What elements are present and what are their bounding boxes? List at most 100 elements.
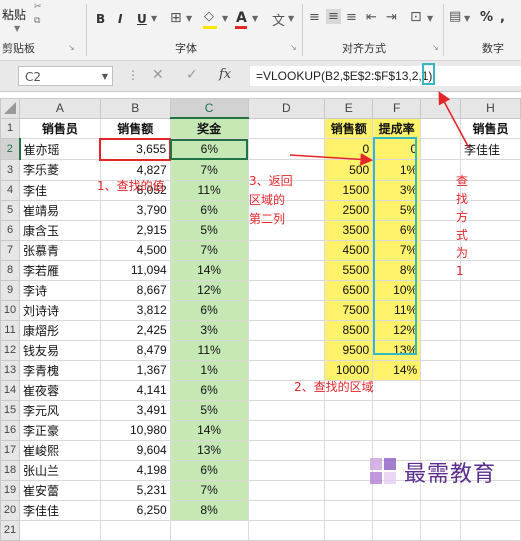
cell-threshold[interactable]: 5500 (324, 259, 374, 281)
column-header[interactable]: C (169, 98, 249, 119)
clipboard-launcher-icon[interactable]: ↘ (68, 43, 75, 52)
cell-empty[interactable] (247, 239, 326, 261)
cell-bonus[interactable]: 6% (169, 199, 249, 221)
cell-empty[interactable] (247, 499, 326, 521)
cell-threshold[interactable]: 2500 (324, 199, 374, 221)
cell-salesperson[interactable]: 李佳 (19, 179, 101, 201)
underline-button[interactable]: U (137, 12, 147, 26)
cell-sales[interactable]: 1,367 (99, 359, 171, 381)
cell-salesperson[interactable]: 李乐菱 (19, 159, 101, 181)
cell-threshold[interactable]: 9500 (324, 339, 374, 361)
cell-sales[interactable] (99, 519, 171, 541)
cell-lookup-name[interactable] (460, 379, 521, 401)
select-all-corner[interactable] (0, 98, 20, 119)
cell-empty[interactable] (247, 279, 326, 301)
cell-empty[interactable] (247, 399, 326, 421)
cell-rate[interactable] (372, 419, 422, 441)
cell-threshold[interactable]: 1500 (324, 179, 374, 201)
cell-salesperson[interactable]: 李诗 (19, 279, 101, 301)
cell-rate[interactable]: 6% (372, 219, 422, 241)
percent-button[interactable]: % (480, 10, 493, 25)
cell-empty[interactable] (420, 359, 462, 381)
cell-salesperson[interactable]: 崔亦瑶 (19, 138, 101, 160)
cell-salesperson[interactable]: 李若雁 (19, 259, 101, 281)
cell-sales[interactable]: 5,231 (99, 479, 171, 501)
borders-icon[interactable]: ⊞ (170, 10, 182, 26)
cell-rate[interactable]: 5% (372, 199, 422, 221)
cell-rate[interactable] (372, 499, 422, 521)
underline-dropdown-icon[interactable]: ▼ (151, 14, 157, 23)
cell-salesperson[interactable]: 崔夜蓉 (19, 379, 101, 401)
cell-rate[interactable]: 12% (372, 319, 422, 341)
cell-empty[interactable] (247, 259, 326, 281)
name-box[interactable]: C2 ▼ (18, 66, 113, 86)
cell-sales[interactable]: 2,425 (99, 319, 171, 341)
cell-bonus[interactable]: 8% (169, 499, 249, 521)
row-header[interactable]: 15 (0, 399, 20, 421)
row-header[interactable]: 5 (0, 199, 20, 221)
cell-empty[interactable] (247, 117, 326, 139)
row-header[interactable]: 4 (0, 179, 20, 201)
cell-lookup-name[interactable] (460, 279, 521, 301)
cell-empty[interactable] (420, 339, 462, 361)
cell-empty[interactable] (420, 499, 462, 521)
cell-sales[interactable]: 8,479 (99, 339, 171, 361)
cell-salesperson[interactable]: 崔安蕾 (19, 479, 101, 501)
row-header[interactable]: 7 (0, 239, 20, 261)
cut-icon[interactable]: ✂ (34, 2, 42, 12)
cell-threshold[interactable]: 销售额 (324, 117, 374, 139)
cell-empty[interactable] (247, 138, 326, 160)
cell-lookup-name[interactable] (460, 499, 521, 521)
cell-threshold[interactable]: 0 (324, 138, 374, 160)
cell-empty[interactable] (420, 239, 462, 261)
cell-threshold[interactable]: 6500 (324, 279, 374, 301)
align-left-icon[interactable]: ≡ (309, 10, 320, 25)
row-header[interactable]: 20 (0, 499, 20, 521)
borders-dropdown-icon[interactable]: ▼ (186, 14, 192, 23)
formula-input[interactable]: =VLOOKUP(B2,$E$2:$F$13,2,1) (250, 66, 521, 86)
row-header[interactable]: 10 (0, 299, 20, 321)
cell-bonus[interactable]: 11% (169, 179, 249, 201)
cell-lookup-name[interactable]: 销售员 (460, 117, 521, 139)
cell-salesperson[interactable]: 李佳佳 (19, 499, 101, 521)
cell-sales[interactable]: 销售额 (99, 117, 171, 139)
row-header[interactable]: 1 (0, 117, 20, 139)
cell-empty[interactable] (420, 159, 462, 181)
fill-color-icon[interactable]: ◇ (204, 9, 214, 24)
cell-empty[interactable] (420, 419, 462, 441)
row-header[interactable]: 8 (0, 259, 20, 281)
cell-threshold[interactable]: 500 (324, 159, 374, 181)
cell-bonus[interactable]: 14% (169, 259, 249, 281)
align-right-icon[interactable]: ≡ (346, 10, 357, 25)
row-header[interactable]: 2 (0, 138, 21, 160)
cell-bonus[interactable]: 奖金 (169, 117, 249, 139)
paste-dropdown-icon[interactable]: ▼ (14, 24, 20, 33)
cell-empty[interactable] (420, 399, 462, 421)
cell-threshold[interactable] (324, 399, 374, 421)
cell-empty[interactable] (420, 279, 462, 301)
cell-sales[interactable]: 10,980 (99, 419, 171, 441)
cell-salesperson[interactable]: 张山兰 (19, 459, 101, 481)
phonetic-dropdown-icon[interactable]: ▼ (288, 14, 294, 23)
font-launcher-icon[interactable]: ↘ (290, 43, 297, 52)
currency-dropdown-icon[interactable]: ▼ (464, 14, 470, 23)
cell-rate[interactable]: 13% (372, 339, 422, 361)
cell-threshold[interactable] (324, 459, 374, 481)
copy-icon[interactable]: ⧉ (34, 16, 40, 26)
row-header[interactable]: 17 (0, 439, 20, 461)
insert-function-icon[interactable]: fx (219, 67, 231, 82)
cell-empty[interactable] (247, 459, 326, 481)
row-header[interactable]: 6 (0, 219, 20, 241)
italic-button[interactable]: I (118, 12, 122, 26)
cell-threshold[interactable]: 10000 (324, 359, 374, 381)
cell-bonus[interactable]: 6% (169, 299, 249, 321)
cell-rate[interactable]: 8% (372, 259, 422, 281)
cell-threshold[interactable]: 8500 (324, 319, 374, 341)
bold-button[interactable]: B (96, 12, 105, 26)
column-header[interactable]: A (19, 98, 101, 119)
cell-rate[interactable]: 10% (372, 279, 422, 301)
cell-bonus[interactable]: 7% (169, 159, 249, 181)
decrease-indent-icon[interactable]: ⇤ (366, 10, 377, 25)
cell-empty[interactable] (247, 359, 326, 381)
cell-salesperson[interactable]: 钱友易 (19, 339, 101, 361)
